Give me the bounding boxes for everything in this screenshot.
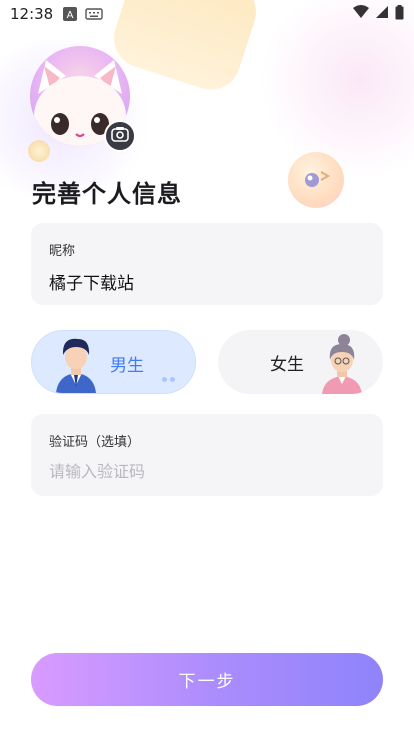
male-avatar-icon [52,331,100,393]
svg-text:A: A [67,10,74,21]
keyboard-icon [85,7,103,21]
page-title: 完善个人信息 [32,180,182,208]
camera-button[interactable] [104,120,136,152]
code-label: 验证码（选填） [49,435,141,450]
decorative-dots [162,367,178,386]
nickname-value[interactable]: 橘子下载站 [49,269,134,294]
signal-icon [375,5,389,23]
male-label: 男生 [110,356,144,376]
battery-icon [395,4,404,24]
decorative-emoji [28,140,50,162]
gender-option-female[interactable]: 女生 [218,330,383,394]
status-time: 12:38 [10,5,54,23]
next-button[interactable]: 下一步 [31,653,383,706]
gender-option-male[interactable]: 男生 [31,330,196,394]
female-avatar-icon [318,330,366,394]
nickname-field[interactable]: 昵称 橘子下载站 [31,223,383,305]
camera-icon [111,126,129,146]
avatar-picker[interactable] [30,46,140,156]
a-letter-icon: A [63,7,78,21]
code-input[interactable] [49,458,359,484]
female-label: 女生 [270,355,304,375]
status-bar: 12:38 A [0,0,414,28]
decorative-emoji [288,152,344,208]
verification-code-field[interactable]: 验证码（选填） [31,414,383,496]
wifi-icon [353,5,369,23]
nickname-label: 昵称 [49,244,76,259]
